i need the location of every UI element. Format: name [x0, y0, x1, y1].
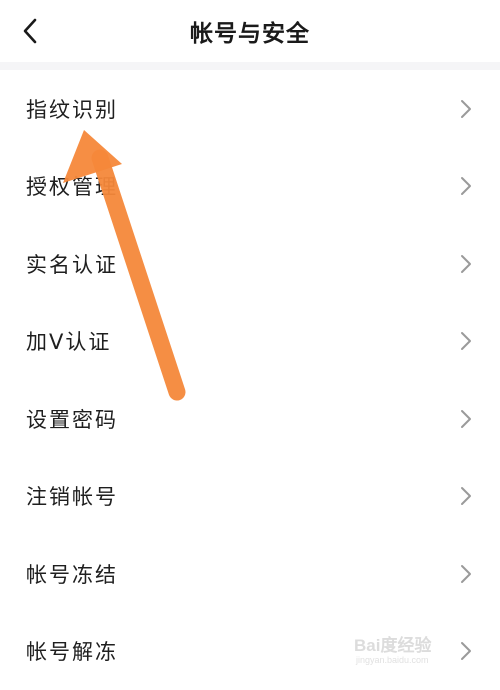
chevron-right-icon	[460, 564, 472, 584]
menu-item-v-verification[interactable]: 加V认证	[0, 303, 500, 381]
watermark: Bai度经验 jingyan.baidu.com	[354, 629, 472, 671]
menu-item-label: 授权管理	[26, 171, 118, 201]
menu-item-fingerprint[interactable]: 指纹识别	[0, 70, 500, 148]
menu-item-label: 帐号解冻	[26, 636, 118, 666]
menu-item-label: 加V认证	[26, 326, 111, 356]
menu-item-label: 实名认证	[26, 249, 118, 279]
watermark-url: jingyan.baidu.com	[356, 655, 429, 665]
menu-item-label: 指纹识别	[26, 94, 118, 124]
page-title: 帐号与安全	[0, 14, 500, 48]
chevron-right-icon	[460, 409, 472, 429]
chevron-right-icon	[460, 486, 472, 506]
chevron-right-icon	[460, 331, 472, 351]
menu-item-label: 帐号冻结	[26, 559, 118, 589]
watermark-text: Bai度经验	[354, 631, 431, 656]
menu-item-cancel-account[interactable]: 注销帐号	[0, 458, 500, 536]
menu-item-set-password[interactable]: 设置密码	[0, 380, 500, 458]
menu-item-authorization[interactable]: 授权管理	[0, 148, 500, 226]
settings-menu: 指纹识别 授权管理 实名认证 加V认证 设置密码 注销帐号 帐号冻结 帐号解冻	[0, 70, 500, 690]
section-divider	[0, 62, 500, 70]
menu-item-label: 设置密码	[26, 404, 118, 434]
chevron-right-icon	[460, 99, 472, 119]
menu-item-realname-verification[interactable]: 实名认证	[0, 225, 500, 303]
menu-item-freeze-account[interactable]: 帐号冻结	[0, 535, 500, 613]
menu-item-label: 注销帐号	[26, 481, 118, 511]
header-bar: 帐号与安全	[0, 0, 500, 62]
chevron-right-icon	[460, 254, 472, 274]
chevron-right-icon	[460, 176, 472, 196]
